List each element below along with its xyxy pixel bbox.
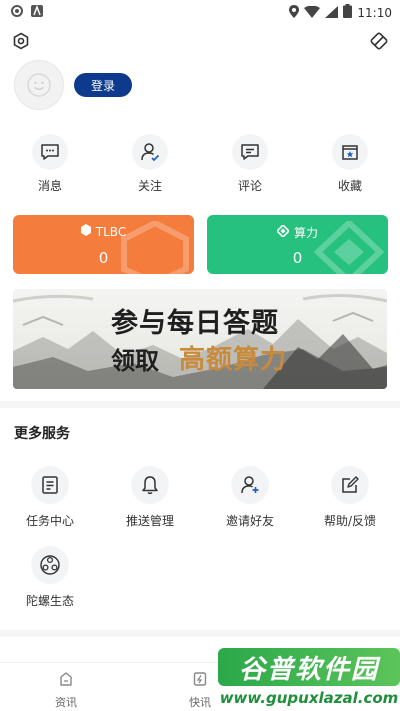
hashrate-value: 0 [292, 249, 303, 267]
section-divider [0, 401, 400, 408]
notification-a-icon [30, 3, 44, 22]
notification-app-icon [10, 3, 24, 22]
watermark-title: 谷普软件园 [218, 648, 400, 686]
service-help-feedback[interactable]: 帮助/反馈 [310, 466, 390, 529]
flash-news-icon [192, 671, 208, 691]
banner-subtitle-prefix: 领取 [111, 346, 159, 375]
bell-icon [131, 466, 169, 504]
quick-action-label: 评论 [237, 179, 262, 193]
quick-action-messages[interactable]: 消息 [20, 134, 80, 194]
quick-actions: 消息 关注 评论 收藏 [0, 134, 400, 196]
tlbc-coin-icon [80, 224, 91, 239]
quick-action-label: 关注 [137, 179, 162, 193]
quick-action-follow[interactable]: 关注 [120, 134, 180, 194]
nav-flash-news-label: 快讯 [189, 696, 211, 709]
service-gyro-ecosystem[interactable]: 陀螺生态 [10, 546, 90, 609]
service-invite-friends[interactable]: 邀请好友 [210, 466, 290, 529]
login-button[interactable]: 登录 [74, 73, 132, 97]
service-label: 任务中心 [25, 514, 74, 528]
status-time: 11:10 [357, 5, 392, 20]
news-icon [58, 671, 74, 691]
feedback-icon [331, 466, 369, 504]
service-task-center[interactable]: 任务中心 [10, 466, 90, 529]
service-label: 邀请好友 [225, 514, 274, 528]
quick-action-favorites[interactable]: 收藏 [320, 134, 380, 194]
quick-action-label: 收藏 [337, 179, 362, 193]
status-bar: 11:10 [0, 0, 400, 22]
watermark-url: www.gupuxlazal.com [218, 688, 400, 708]
message-icon [32, 134, 68, 170]
signal-icon [325, 3, 339, 22]
banner-subtitle-highlight: 高额算力 [179, 345, 288, 375]
favorite-icon [332, 134, 368, 170]
task-icon [31, 466, 69, 504]
hashrate-diamond-icon [275, 223, 291, 240]
follow-user-icon [132, 134, 168, 170]
tlbc-card[interactable]: TLBC 0 [13, 215, 194, 274]
wifi-icon [304, 3, 321, 22]
section-divider [0, 630, 400, 637]
site-watermark: 谷普软件园 www.gupuxlazal.com [218, 648, 400, 711]
more-services-title: 更多服务 [14, 426, 70, 442]
ecosystem-icon [31, 546, 69, 584]
banner-title: 参与每日答题 [111, 308, 279, 339]
theme-switch-icon[interactable] [368, 30, 390, 52]
hashrate-label: 算力 [293, 226, 318, 240]
tlbc-label: TLBC [95, 224, 127, 239]
service-label: 帮助/反馈 [323, 514, 377, 528]
tlbc-card-header: TLBC [13, 224, 194, 239]
hashrate-card-header: 算力 [207, 223, 388, 241]
quick-action-label: 消息 [37, 179, 62, 193]
quick-action-comments[interactable]: 评论 [220, 134, 280, 194]
settings-icon[interactable] [10, 30, 32, 52]
service-label: 推送管理 [125, 514, 174, 528]
nav-news[interactable]: 资讯 [36, 671, 96, 710]
hashrate-card[interactable]: 算力 0 [207, 215, 388, 274]
daily-quiz-banner[interactable]: 参与每日答题 领取 高额算力 [13, 289, 387, 389]
comment-icon [232, 134, 268, 170]
avatar[interactable] [14, 60, 64, 110]
service-push-management[interactable]: 推送管理 [110, 466, 190, 529]
location-icon [289, 3, 300, 22]
nav-news-label: 资讯 [55, 696, 77, 709]
service-label: 陀螺生态 [25, 594, 74, 608]
invite-user-icon [231, 466, 269, 504]
tlbc-value: 0 [98, 249, 109, 267]
battery-icon [343, 3, 353, 22]
